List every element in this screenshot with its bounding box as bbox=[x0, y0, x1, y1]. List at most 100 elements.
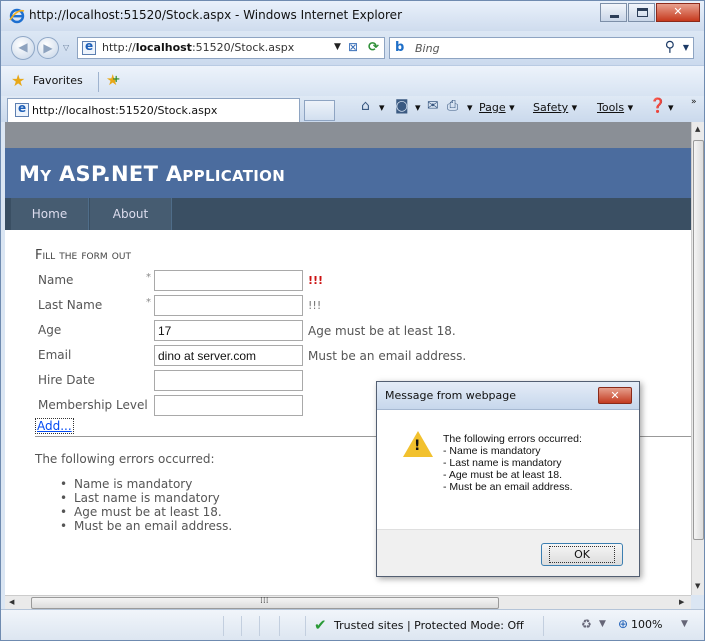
email-error: Must be an email address. bbox=[308, 349, 467, 363]
status-bar: ✔ Trusted sites | Protected Mode: Off ♻ … bbox=[1, 609, 704, 640]
security-zone-text[interactable]: Trusted sites | Protected Mode: Off bbox=[334, 619, 524, 632]
minimize-button[interactable] bbox=[600, 3, 627, 22]
membership-level-input[interactable] bbox=[154, 395, 303, 416]
help-dropdown-icon[interactable]: ▾ bbox=[668, 101, 674, 114]
dialog-line: - Last name is mandatory bbox=[443, 457, 562, 469]
dialog-close-button[interactable]: ✕ bbox=[598, 387, 632, 404]
vertical-scroll-thumb[interactable] bbox=[693, 140, 704, 540]
email-label: Email bbox=[38, 348, 72, 362]
close-window-button[interactable]: ✕ bbox=[656, 3, 700, 22]
compatibility-view-icon[interactable]: ⊠ bbox=[348, 40, 364, 56]
dialog-title: Message from webpage bbox=[385, 389, 517, 402]
feeds-dropdown-icon[interactable]: ▾ bbox=[415, 101, 421, 114]
site-menu: Home About bbox=[5, 198, 691, 230]
status-divider bbox=[305, 616, 306, 636]
page-top-strip bbox=[5, 122, 691, 148]
tab-current[interactable]: http://localhost:51520/Stock.aspx bbox=[7, 98, 300, 122]
hire-date-input[interactable] bbox=[154, 370, 303, 391]
search-icon[interactable]: ⚲ bbox=[665, 39, 675, 55]
address-dropdown-icon[interactable]: ▼ bbox=[334, 42, 341, 52]
vertical-scrollbar[interactable]: ▲ ▼ bbox=[691, 122, 704, 595]
horizontal-scrollbar[interactable]: ◀ ⁞⁞⁞ ▶ bbox=[5, 595, 691, 609]
membership-level-label: Membership Level bbox=[38, 398, 148, 412]
forward-arrow-icon: ▶ bbox=[43, 41, 53, 55]
last-name-error: !!! bbox=[308, 299, 322, 312]
page-menu[interactable]: Page ▾ bbox=[479, 101, 515, 114]
favorites-bar: ★ Favorites ★ bbox=[1, 65, 704, 96]
ok-label: OK bbox=[549, 546, 615, 563]
search-input[interactable]: b Bing ⚲ ▼ bbox=[389, 37, 694, 59]
toolbar-overflow-icon[interactable]: » bbox=[691, 97, 697, 107]
scroll-right-icon[interactable]: ▶ bbox=[679, 598, 684, 606]
new-tab-button[interactable] bbox=[304, 100, 335, 121]
address-input[interactable]: http://localhost:51520/Stock.aspx ▼ ⊠ ⟳ … bbox=[77, 37, 402, 59]
last-name-label: Last Name bbox=[38, 298, 103, 312]
menu-item-about[interactable]: About bbox=[90, 198, 172, 230]
scroll-left-icon[interactable]: ◀ bbox=[9, 598, 14, 606]
status-divider bbox=[543, 616, 544, 636]
back-button[interactable]: ◀ bbox=[11, 36, 35, 60]
scroll-up-icon[interactable]: ▲ bbox=[695, 125, 700, 133]
scroll-down-icon[interactable]: ▼ bbox=[695, 582, 700, 590]
dialog-message: The following errors occurred: - Name is… bbox=[443, 433, 582, 493]
title-bar: http://localhost:51520/Stock.aspx - Wind… bbox=[1, 1, 704, 31]
add-to-favorites-icon[interactable]: ★ bbox=[106, 71, 121, 89]
name-input[interactable] bbox=[154, 270, 303, 291]
forward-button[interactable]: ▶ bbox=[37, 37, 59, 59]
add-link[interactable]: Add... bbox=[35, 418, 74, 434]
hire-date-label: Hire Date bbox=[38, 373, 95, 387]
horizontal-scroll-thumb[interactable]: ⁞⁞⁞ bbox=[31, 596, 499, 609]
dialog-line: - Name is mandatory bbox=[443, 445, 541, 457]
safety-menu[interactable]: Safety ▾ bbox=[533, 101, 577, 114]
list-item: Last name is mandatory bbox=[60, 491, 232, 505]
email-input[interactable] bbox=[154, 345, 303, 366]
status-divider bbox=[241, 616, 242, 636]
zoom-icon[interactable]: ⊕ bbox=[618, 617, 628, 631]
tracking-dropdown-icon[interactable]: ▼ bbox=[599, 619, 606, 629]
home-icon[interactable]: ⌂ bbox=[361, 98, 370, 114]
tools-menu[interactable]: Tools ▾ bbox=[597, 101, 633, 114]
ok-button[interactable]: OK bbox=[541, 543, 623, 566]
close-icon: ✕ bbox=[673, 5, 683, 18]
search-dropdown-icon[interactable]: ▼ bbox=[683, 43, 689, 52]
required-marker: * bbox=[146, 272, 151, 283]
favorites-star-icon[interactable]: ★ bbox=[11, 71, 25, 90]
form-heading: Fill the form out bbox=[35, 248, 131, 263]
form-row-age: Age Age must be at least 18. bbox=[38, 320, 688, 342]
dialog-footer: OK bbox=[377, 529, 639, 576]
scroll-grip-icon: ⁞⁞⁞ bbox=[260, 596, 269, 606]
ie-logo-icon bbox=[9, 8, 25, 24]
name-label: Name bbox=[38, 273, 74, 287]
form-row-name: Name * !!! bbox=[38, 270, 688, 292]
zoom-level[interactable]: 100% bbox=[631, 618, 662, 631]
menu-item-home[interactable]: Home bbox=[11, 198, 89, 230]
form-row-email: Email Must be an email address. bbox=[38, 345, 688, 367]
dialog-title-bar: Message from webpage ✕ bbox=[377, 382, 639, 410]
mail-icon[interactable]: ✉ bbox=[427, 98, 439, 114]
tracking-protection-icon[interactable]: ♻ bbox=[581, 617, 592, 631]
bing-logo-icon: b bbox=[395, 40, 405, 55]
zoom-dropdown-icon[interactable]: ▼ bbox=[681, 619, 688, 629]
browser-window: http://localhost:51520/Stock.aspx - Wind… bbox=[0, 0, 705, 641]
toolbar-separator bbox=[98, 72, 99, 92]
age-input[interactable] bbox=[154, 320, 303, 341]
print-icon[interactable]: ⎙ bbox=[447, 98, 458, 114]
maximize-button[interactable] bbox=[628, 3, 655, 22]
list-item: Name is mandatory bbox=[60, 477, 232, 491]
refresh-icon[interactable]: ⟳ bbox=[368, 40, 379, 55]
last-name-input[interactable] bbox=[154, 295, 303, 316]
trusted-check-icon: ✔ bbox=[314, 616, 327, 634]
favorites-button[interactable]: Favorites bbox=[33, 74, 83, 87]
help-icon[interactable]: ❓ bbox=[649, 98, 666, 114]
back-arrow-icon: ◀ bbox=[18, 40, 28, 54]
form-row-last-name: Last Name * !!! bbox=[38, 295, 688, 317]
age-error: Age must be at least 18. bbox=[308, 324, 456, 338]
recent-pages-dropdown-icon[interactable]: ▽ bbox=[63, 43, 69, 52]
search-placeholder: Bing bbox=[415, 42, 440, 55]
required-marker: * bbox=[146, 297, 151, 308]
print-dropdown-icon[interactable]: ▾ bbox=[467, 101, 473, 114]
home-dropdown-icon[interactable]: ▾ bbox=[379, 101, 385, 114]
feeds-icon[interactable]: ◙ bbox=[395, 98, 409, 114]
age-label: Age bbox=[38, 323, 62, 337]
name-error: !!! bbox=[308, 274, 324, 287]
